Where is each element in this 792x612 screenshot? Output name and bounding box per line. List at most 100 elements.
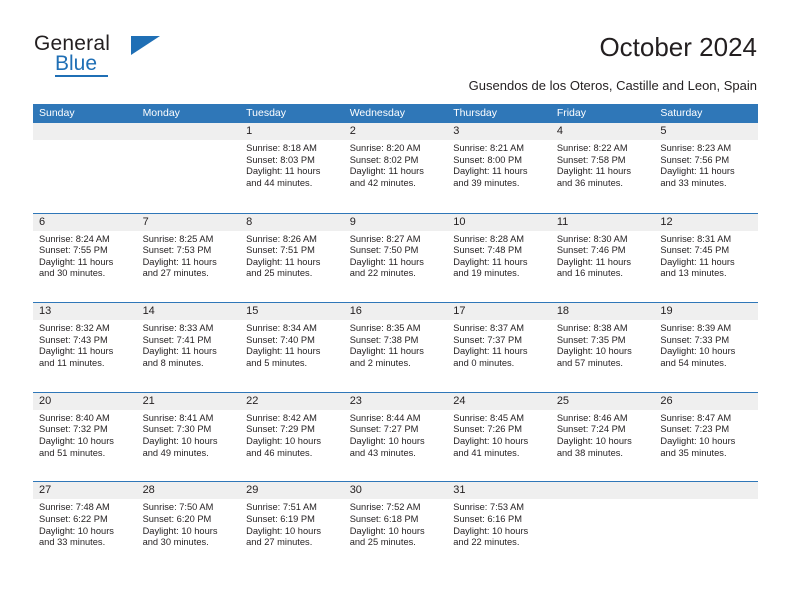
calendar-day-details: Sunrise: 8:31 AM Sunset: 7:45 PM Daylight:… bbox=[654, 231, 758, 280]
calendar-day-cell[interactable]: 14 Sunrise: 8:33 AM Sunset: 7:41 PM Dayligh… bbox=[136, 303, 241, 392]
calendar-day-details: Sunrise: 8:37 AM Sunset: 7:37 PM Daylight:… bbox=[447, 320, 551, 369]
sunrise-time: Sunrise: 8:23 AM bbox=[660, 143, 732, 153]
calendar-day-number: 29 bbox=[240, 482, 344, 500]
calendar-day-cell[interactable]: 30 Sunrise: 7:52 AM Sunset: 6:18 PM Dayligh… bbox=[343, 482, 448, 571]
calendar-day-cell[interactable]: 3 Sunrise: 8:21 AM Sunset: 8:00 PM Daylight… bbox=[447, 123, 551, 213]
calendar-day-cell[interactable]: 29 Sunrise: 7:51 AM Sunset: 6:19 PM Dayligh… bbox=[240, 482, 344, 571]
sunrise-time: Sunrise: 7:53 AM bbox=[453, 502, 525, 513]
calendar-day-cell[interactable]: 23 Sunrise: 8:44 AM Sunset: 7:27 PM Dayligh… bbox=[343, 392, 448, 482]
daylight-duration-line2: and 27 minutes. bbox=[142, 268, 209, 279]
calendar-day-cell[interactable]: 25 Sunrise: 8:46 AM Sunset: 7:24 PM Dayligh… bbox=[550, 392, 655, 482]
sunrise-time: Sunrise: 8:24 AM bbox=[39, 233, 110, 244]
calendar-day-details: Sunrise: 8:38 AM Sunset: 7:35 PM Daylight:… bbox=[551, 320, 655, 369]
sunrise-time: Sunrise: 8:38 AM bbox=[556, 323, 628, 334]
sunrise-time: Sunrise: 7:48 AM bbox=[39, 502, 110, 513]
calendar-day-cell[interactable]: 19 Sunrise: 8:39 AM Sunset: 7:33 PM Dayligh… bbox=[654, 303, 758, 392]
calendar-day-number: 24 bbox=[447, 392, 551, 410]
calendar-day-cell[interactable]: 5 Sunrise: 8:23 AM Sunset: 7:56 PM Daylight… bbox=[654, 123, 758, 213]
daylight-duration-line2: and 19 minutes. bbox=[453, 268, 520, 279]
calendar-day-cell[interactable]: 12 Sunrise: 8:31 AM Sunset: 7:45 PM Dayligh… bbox=[654, 213, 758, 303]
calendar-weeks: 1 Sunrise: 8:18 AM Sunset: 8:03 PM Daylight… bbox=[33, 123, 758, 571]
calendar-day-number: 30 bbox=[343, 482, 448, 500]
calendar-day-cell[interactable]: 9 Sunrise: 8:27 AM Sunset: 7:50 PM Daylight… bbox=[343, 213, 448, 303]
sunset-time: Sunset: 7:26 PM bbox=[453, 424, 522, 435]
calendar-week-row: 27 Sunrise: 7:48 AM Sunset: 6:22 PM Dayligh… bbox=[33, 481, 758, 571]
calendar-day-cell[interactable]: 10 Sunrise: 8:28 AM Sunset: 7:48 PM Dayligh… bbox=[447, 213, 551, 303]
daylight-duration-line2: and 30 minutes. bbox=[142, 537, 209, 548]
calendar-day-cell[interactable]: 6 Sunrise: 8:24 AM Sunset: 7:55 PM Daylight… bbox=[33, 213, 137, 303]
calendar-day-details: Sunrise: 8:30 AM Sunset: 7:46 PM Daylight:… bbox=[551, 231, 655, 280]
calendar-day-cell[interactable]: 22 Sunrise: 8:42 AM Sunset: 7:29 PM Dayligh… bbox=[240, 392, 344, 482]
calendar-day-cell[interactable]: 31 Sunrise: 7:53 AM Sunset: 6:16 PM Dayligh… bbox=[447, 482, 551, 571]
calendar-day-cell[interactable]: 20 Sunrise: 8:40 AM Sunset: 7:32 PM Dayligh… bbox=[33, 392, 137, 482]
daylight-duration-line1: Daylight: 10 hours bbox=[349, 435, 425, 446]
calendar-day-cell[interactable]: 24 Sunrise: 8:45 AM Sunset: 7:26 PM Dayligh… bbox=[447, 392, 551, 482]
calendar-day-cell[interactable]: 27 Sunrise: 7:48 AM Sunset: 6:22 PM Dayligh… bbox=[33, 482, 137, 571]
daylight-duration-line2: and 38 minutes. bbox=[556, 447, 623, 458]
calendar-day-cell[interactable]: 18 Sunrise: 8:38 AM Sunset: 7:35 PM Dayligh… bbox=[550, 303, 655, 392]
calendar-day-details: Sunrise: 8:35 AM Sunset: 7:38 PM Daylight:… bbox=[344, 320, 448, 369]
sunset-time: Sunset: 7:45 PM bbox=[660, 245, 730, 256]
daylight-duration-line1: Daylight: 10 hours bbox=[556, 346, 632, 357]
daylight-duration-line2: and 0 minutes. bbox=[453, 357, 515, 368]
calendar-day-details: Sunrise: 8:28 AM Sunset: 7:48 PM Daylight:… bbox=[447, 231, 551, 280]
sunrise-time: Sunrise: 8:32 AM bbox=[39, 323, 110, 334]
calendar-day-cell[interactable]: 11 Sunrise: 8:30 AM Sunset: 7:46 PM Dayligh… bbox=[550, 213, 655, 303]
calendar-day-cell[interactable]: 1 Sunrise: 8:18 AM Sunset: 8:03 PM Daylight… bbox=[240, 123, 344, 213]
sunset-time: Sunset: 6:20 PM bbox=[142, 513, 212, 524]
sunset-time: Sunset: 6:22 PM bbox=[39, 513, 108, 524]
daylight-duration-line2: and 57 minutes. bbox=[556, 357, 623, 368]
calendar-day-details: Sunrise: 8:34 AM Sunset: 7:40 PM Daylight:… bbox=[240, 320, 344, 369]
sunset-time: Sunset: 7:24 PM bbox=[556, 424, 626, 435]
sunset-time: Sunset: 7:37 PM bbox=[453, 334, 522, 345]
daylight-duration-line2: and 36 minutes. bbox=[556, 177, 623, 188]
sunrise-time: Sunrise: 8:45 AM bbox=[453, 412, 525, 423]
calendar-day-cell[interactable]: 2 Sunrise: 8:20 AM Sunset: 8:02 PM Daylight… bbox=[343, 123, 448, 213]
sunrise-time: Sunrise: 8:46 AM bbox=[556, 412, 628, 423]
daylight-duration-line1: Daylight: 11 hours bbox=[556, 256, 632, 267]
daylight-duration-line1: Daylight: 10 hours bbox=[660, 435, 736, 446]
sunrise-time: Sunrise: 8:31 AM bbox=[660, 233, 732, 244]
daylight-duration-line1: Daylight: 10 hours bbox=[660, 346, 736, 357]
calendar-day-details: Sunrise: 8:22 AM Sunset: 7:58 PM Daylight:… bbox=[551, 140, 655, 189]
sunset-time: Sunset: 7:55 PM bbox=[39, 245, 108, 256]
calendar-day-number: 20 bbox=[33, 392, 137, 410]
calendar-grid: Sunday Monday Tuesday Wednesday Thursday… bbox=[33, 104, 758, 571]
daylight-duration-line1: Daylight: 10 hours bbox=[453, 525, 529, 536]
daylight-duration-line2: and 11 minutes. bbox=[39, 357, 105, 368]
calendar-day-cell[interactable]: 16 Sunrise: 8:35 AM Sunset: 7:38 PM Dayligh… bbox=[343, 303, 448, 392]
calendar-day-cell[interactable]: 13 Sunrise: 8:32 AM Sunset: 7:43 PM Dayligh… bbox=[33, 303, 137, 392]
calendar-day-cell[interactable]: 26 Sunrise: 8:47 AM Sunset: 7:23 PM Dayligh… bbox=[654, 392, 758, 482]
calendar-day-details: Sunrise: 8:27 AM Sunset: 7:50 PM Daylight:… bbox=[344, 231, 448, 280]
sunrise-time: Sunrise: 8:20 AM bbox=[349, 143, 421, 153]
daylight-duration-line1: Daylight: 10 hours bbox=[246, 525, 322, 536]
calendar-day-details: Sunrise: 7:53 AM Sunset: 6:16 PM Daylight:… bbox=[447, 499, 551, 548]
calendar-day-details: Sunrise: 8:40 AM Sunset: 7:32 PM Daylight:… bbox=[33, 410, 137, 459]
calendar-day-number: 10 bbox=[447, 213, 551, 231]
calendar-day-number: 23 bbox=[343, 392, 448, 410]
daylight-duration-line2: and 25 minutes. bbox=[349, 537, 416, 548]
calendar-day-number: 9 bbox=[343, 213, 448, 231]
calendar-day-cell[interactable]: 21 Sunrise: 8:41 AM Sunset: 7:30 PM Dayligh… bbox=[136, 392, 241, 482]
calendar-day-cell[interactable]: 17 Sunrise: 8:37 AM Sunset: 7:37 PM Dayligh… bbox=[447, 303, 551, 392]
calendar-day-number: 14 bbox=[136, 303, 241, 321]
calendar-day-details: Sunrise: 8:33 AM Sunset: 7:41 PM Daylight:… bbox=[137, 320, 241, 369]
daylight-duration-line2: and 51 minutes. bbox=[39, 447, 106, 458]
general-blue-logo: General Blue bbox=[34, 32, 214, 80]
calendar-day-cell[interactable]: 4 Sunrise: 8:22 AM Sunset: 7:58 PM Daylight… bbox=[550, 123, 655, 213]
calendar-day-number: 31 bbox=[447, 482, 551, 500]
sunrise-time: Sunrise: 8:21 AM bbox=[453, 143, 525, 153]
calendar-day-cell[interactable]: 15 Sunrise: 8:34 AM Sunset: 7:40 PM Dayligh… bbox=[240, 303, 344, 392]
daylight-duration-line1: Daylight: 10 hours bbox=[453, 435, 529, 446]
calendar-day-number: 1 bbox=[240, 123, 344, 140]
calendar-day-number: 2 bbox=[343, 123, 448, 140]
calendar-page: General Blue October 2024 Gusendos de lo… bbox=[0, 0, 792, 612]
calendar-day-cell[interactable]: 28 Sunrise: 7:50 AM Sunset: 6:20 PM Dayligh… bbox=[136, 482, 241, 571]
daylight-duration-line2: and 43 minutes. bbox=[349, 447, 416, 458]
calendar-day-cell[interactable]: 8 Sunrise: 8:26 AM Sunset: 7:51 PM Daylight… bbox=[240, 213, 344, 303]
calendar-day-cell[interactable]: 7 Sunrise: 8:25 AM Sunset: 7:53 PM Daylight… bbox=[136, 213, 241, 303]
daylight-duration-line2: and 13 minutes. bbox=[660, 268, 727, 279]
daylight-duration-line1: Daylight: 10 hours bbox=[39, 435, 114, 446]
weekday-header-row: Sunday Monday Tuesday Wednesday Thursday… bbox=[33, 104, 758, 123]
sunset-time: Sunset: 7:48 PM bbox=[453, 245, 522, 256]
